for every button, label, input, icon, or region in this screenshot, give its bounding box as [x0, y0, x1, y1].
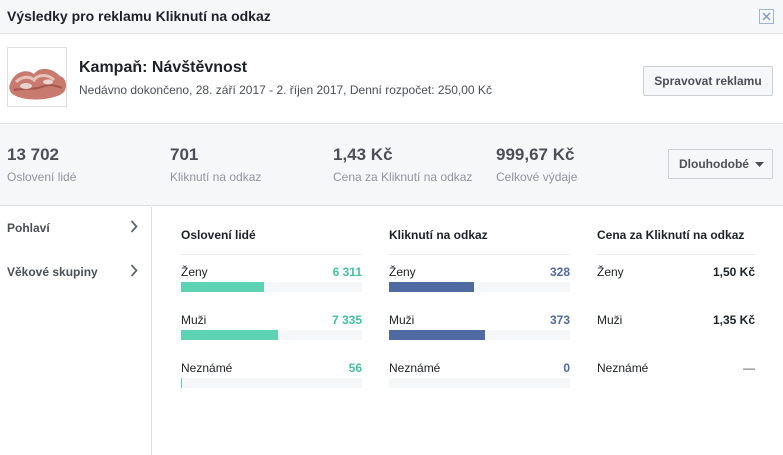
- breakdown-sidebar: Pohlaví Věkové skupiny: [0, 207, 152, 455]
- row-label: Muži: [181, 313, 207, 327]
- row-label: Muži: [389, 313, 415, 327]
- row-value: 7 335: [331, 313, 362, 327]
- breakdown-row: Ženy 328: [389, 265, 570, 305]
- breakdown-row: Ženy 6 311: [181, 265, 362, 305]
- date-range-dropdown[interactable]: Dlouhodobé: [668, 149, 773, 179]
- row-value: 56: [348, 361, 362, 375]
- stat-label: Cena za Kliknutí na odkaz: [333, 170, 473, 184]
- row-value: 1,35 Kč: [712, 313, 755, 327]
- column-header: Cena za Kliknutí na odkaz: [597, 228, 755, 255]
- row-label: Ženy: [181, 265, 208, 279]
- date-range-label: Dlouhodobé: [679, 157, 749, 171]
- campaign-name: Kampaň: Návštěvnost: [79, 59, 248, 76]
- stat-label: Oslovení lidé: [7, 170, 77, 184]
- breakdown-row: Muži 7 335: [181, 313, 362, 353]
- bar-fill: [389, 282, 474, 292]
- breakdown-row: Neznámé —: [597, 361, 755, 401]
- row-label: Neznámé: [597, 361, 649, 375]
- row-label: Neznámé: [389, 361, 441, 375]
- breakdown-panel: Oslovení lidé Ženy 6 311 Muži 7 335 Nezn…: [153, 207, 783, 455]
- breakdown-row: Neznámé 56: [181, 361, 362, 401]
- close-icon[interactable]: [759, 9, 774, 24]
- chevron-right-icon: [130, 264, 138, 277]
- manage-ad-button[interactable]: Spravovat reklamu: [643, 66, 773, 96]
- stat-label: Celkové výdaje: [496, 170, 578, 184]
- stat-link-clicks: 701 Kliknutí na odkaz: [170, 145, 261, 184]
- stat-total-spend: 999,67 Kč Celkové výdaje: [496, 145, 577, 184]
- bar-track: [181, 282, 362, 292]
- ad-thumbnail: [7, 47, 67, 107]
- bar-track: [181, 378, 362, 388]
- row-value: 0: [563, 361, 570, 375]
- bar-track: [389, 378, 570, 388]
- breakdown-row: Neznámé 0: [389, 361, 570, 401]
- stat-value: 1,43 Kč: [333, 145, 393, 164]
- breakdown-row: Muži 373: [389, 313, 570, 353]
- stats-bar: 13 702 Oslovení lidé 701 Kliknutí na odk…: [0, 125, 783, 206]
- row-label: Ženy: [389, 265, 416, 279]
- caret-down-icon: [755, 162, 764, 167]
- row-value: 373: [549, 313, 570, 327]
- column-header: Oslovení lidé: [181, 228, 362, 255]
- dialog-title: Výsledky pro reklamu Kliknutí na odkaz: [7, 8, 271, 24]
- campaign-summary: Kampaň: Návštěvnost Nedávno dokončeno, 2…: [0, 35, 783, 124]
- chevron-right-icon: [130, 220, 138, 233]
- campaign-details: Nedávno dokončeno, 28. září 2017 - 2. ří…: [79, 83, 492, 97]
- bar-track: [389, 282, 570, 292]
- stat-value: 701: [170, 145, 199, 164]
- row-value: 328: [549, 265, 570, 279]
- dialog-header: Výsledky pro reklamu Kliknutí na odkaz: [0, 0, 783, 34]
- bar-track: [389, 330, 570, 340]
- column-header: Kliknutí na odkaz: [389, 228, 570, 255]
- bar-fill: [181, 378, 182, 388]
- bar-track: [181, 330, 362, 340]
- sidebar-item-label: Věkové skupiny: [7, 265, 98, 279]
- breakdown-row: Ženy 1,50 Kč: [597, 265, 755, 305]
- sidebar-item-age-groups[interactable]: Věkové skupiny: [0, 251, 151, 295]
- row-value: 1,50 Kč: [712, 265, 755, 279]
- stat-label: Kliknutí na odkaz: [170, 170, 262, 184]
- bar-fill: [181, 330, 278, 340]
- row-label: Neznámé: [181, 361, 233, 375]
- sidebar-item-label: Pohlaví: [7, 221, 50, 235]
- row-value: —: [743, 361, 755, 375]
- bar-fill: [389, 330, 485, 340]
- row-value: 6 311: [332, 265, 362, 279]
- stat-value: 999,67 Kč: [496, 145, 575, 164]
- row-label: Muži: [597, 313, 623, 327]
- stat-cost-per-click: 1,43 Kč Cena za Kliknutí na odkaz: [333, 145, 472, 184]
- sidebar-item-gender[interactable]: Pohlaví: [0, 207, 151, 251]
- bar-fill: [181, 282, 264, 292]
- row-label: Ženy: [597, 265, 624, 279]
- stat-reach: 13 702 Oslovení lidé: [7, 145, 76, 184]
- breakdown-row: Muži 1,35 Kč: [597, 313, 755, 353]
- stat-value: 13 702: [7, 145, 59, 164]
